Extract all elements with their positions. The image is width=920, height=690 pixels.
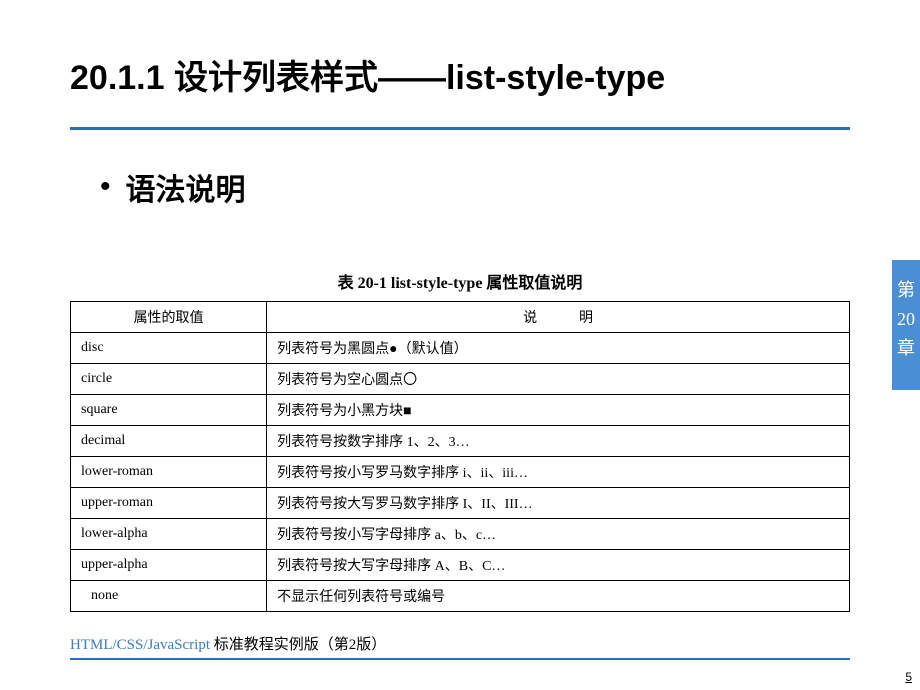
table-row: disc列表符号为黑圆点●（默认值） [71, 333, 850, 364]
table-cell-desc: 列表符号按小写罗马数字排序 i、ii、iii… [267, 457, 850, 488]
table-cell-desc: 不显示任何列表符号或编号 [267, 581, 850, 612]
table-cell-desc: 列表符号按大写字母排序 A、B、C… [267, 550, 850, 581]
bullet-text: 语法说明 [126, 165, 246, 209]
chapter-tab-line1: 第 [892, 276, 920, 305]
slide-container: 20.1.1 设计列表样式——list-style-type • 语法说明 表 … [0, 0, 920, 690]
table-cell-desc: 列表符号按大写罗马数字排序 I、II、III… [267, 488, 850, 519]
table-cell-value: decimal [71, 426, 267, 457]
table-cell-value: lower-alpha [71, 519, 267, 550]
footer-tech: HTML/CSS/JavaScript [70, 637, 210, 653]
table-cell-value: none [71, 581, 267, 612]
table-row: lower-alpha列表符号按小写字母排序 a、b、c… [71, 519, 850, 550]
table-cell-desc: 列表符号为黑圆点●（默认值） [267, 333, 850, 364]
bullet-item: • 语法说明 [70, 165, 850, 209]
table-cell-value: disc [71, 333, 267, 364]
table-cell-value: upper-alpha [71, 550, 267, 581]
table-caption: 表 20-1 list-style-type 属性取值说明 [70, 269, 850, 293]
table-header-value: 属性的取值 [71, 302, 267, 333]
table-header-row: 属性的取值 说 明 [71, 302, 850, 333]
table-cell-desc: 列表符号为空心圆点〇 [267, 364, 850, 395]
table-row: upper-alpha列表符号按大写字母排序 A、B、C… [71, 550, 850, 581]
table-cell-desc: 列表符号按数字排序 1、2、3… [267, 426, 850, 457]
title-underline [70, 127, 850, 130]
table-row: lower-roman列表符号按小写罗马数字排序 i、ii、iii… [71, 457, 850, 488]
page-number: 5 [905, 670, 912, 684]
table-cell-desc: 列表符号按小写字母排序 a、b、c… [267, 519, 850, 550]
footer: HTML/CSS/JavaScript 标准教程实例版（第2版） [0, 633, 920, 660]
property-table: 属性的取值 说 明 disc列表符号为黑圆点●（默认值）circle列表符号为空… [70, 301, 850, 612]
footer-rest: 标准教程实例版（第2版） [210, 637, 386, 653]
table-header-desc: 说 明 [267, 302, 850, 333]
table-cell-value: square [71, 395, 267, 426]
footer-text: HTML/CSS/JavaScript 标准教程实例版（第2版） [70, 633, 850, 654]
slide-title: 20.1.1 设计列表样式——list-style-type [70, 50, 850, 99]
footer-rule [70, 658, 850, 660]
chapter-tab: 第 20 章 [892, 260, 920, 390]
table-cell-value: circle [71, 364, 267, 395]
table-row: decimal列表符号按数字排序 1、2、3… [71, 426, 850, 457]
table-row: none不显示任何列表符号或编号 [71, 581, 850, 612]
table-row: circle列表符号为空心圆点〇 [71, 364, 850, 395]
table-cell-value: lower-roman [71, 457, 267, 488]
chapter-tab-line3: 章 [892, 334, 920, 363]
table-row: square列表符号为小黑方块■ [71, 395, 850, 426]
chapter-tab-line2: 20 [892, 305, 920, 334]
bullet-icon: • [100, 172, 111, 202]
table-row: upper-roman列表符号按大写罗马数字排序 I、II、III… [71, 488, 850, 519]
table-cell-value: upper-roman [71, 488, 267, 519]
table-cell-desc: 列表符号为小黑方块■ [267, 395, 850, 426]
